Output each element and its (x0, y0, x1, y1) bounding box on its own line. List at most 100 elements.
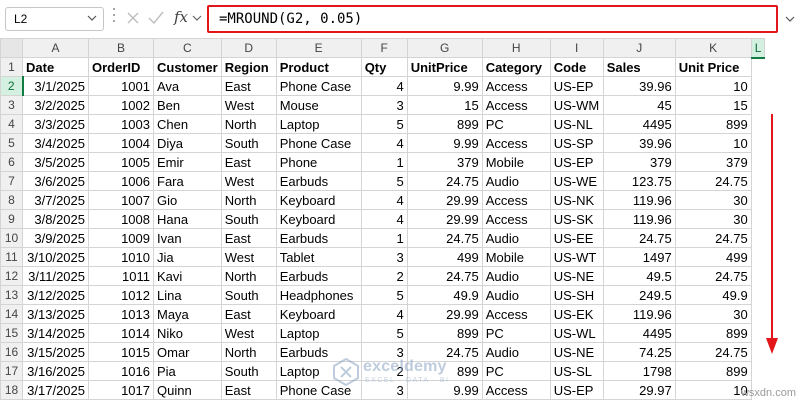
cell-c4[interactable]: Chen (153, 114, 222, 134)
cell-c2[interactable]: Ava (153, 76, 222, 96)
cell-d13[interactable]: South (220, 285, 277, 305)
column-header-a[interactable]: A (22, 38, 89, 58)
cell-k12[interactable]: 24.75 (674, 266, 752, 286)
cell-k13[interactable]: 49.9 (674, 285, 752, 305)
cell-j5[interactable]: 39.96 (602, 133, 676, 153)
cell-d3[interactable]: West (220, 95, 277, 115)
cell-c17[interactable]: Pia (153, 361, 222, 381)
cell-g7[interactable]: 24.75 (406, 171, 483, 191)
cell-a4[interactable]: 3/3/2025 (22, 114, 89, 134)
cell-b18[interactable]: 1017 (88, 380, 154, 400)
cell-d16[interactable]: North (220, 342, 277, 362)
row-header-5[interactable]: 5 (0, 133, 23, 153)
column-header-i[interactable]: I (549, 38, 604, 58)
chevron-down-icon[interactable] (87, 13, 97, 23)
cell-i15[interactable]: US-WL (549, 323, 604, 343)
cell-i13[interactable]: US-SH (549, 285, 604, 305)
cell-b14[interactable]: 1013 (88, 304, 154, 324)
cell-k10[interactable]: 24.75 (674, 228, 752, 248)
cell-c13[interactable]: Lina (153, 285, 222, 305)
cell-e12[interactable]: Earbuds (275, 266, 362, 286)
cell-c6[interactable]: Emir (153, 152, 222, 172)
column-header-d[interactable]: D (220, 38, 277, 58)
cell-c3[interactable]: Ben (153, 95, 222, 115)
cell-h9[interactable]: Access (481, 209, 551, 229)
cell-i6[interactable]: US-EP (549, 152, 604, 172)
cell-f10[interactable]: 1 (360, 228, 408, 248)
row-header-1[interactable]: 1 (0, 57, 23, 77)
cell-d1[interactable]: Region (220, 57, 277, 77)
cell-d10[interactable]: East (220, 228, 277, 248)
cell-k9[interactable]: 30 (674, 209, 752, 229)
cell-c12[interactable]: Kavi (153, 266, 222, 286)
cell-d12[interactable]: North (220, 266, 277, 286)
cell-i1[interactable]: Code (549, 57, 604, 77)
cell-h5[interactable]: Access (481, 133, 551, 153)
cell-j6[interactable]: 379 (602, 152, 676, 172)
cell-f11[interactable]: 3 (360, 247, 408, 267)
select-all-corner[interactable] (0, 38, 23, 58)
cell-i17[interactable]: US-SL (549, 361, 604, 381)
column-header-g[interactable]: G (406, 38, 483, 58)
column-header-c[interactable]: C (153, 38, 222, 58)
cell-f12[interactable]: 2 (360, 266, 408, 286)
name-box[interactable]: L2 (5, 7, 104, 31)
cell-e4[interactable]: Laptop (275, 114, 362, 134)
cell-b13[interactable]: 1012 (88, 285, 154, 305)
cell-k16[interactable]: 24.75 (674, 342, 752, 362)
cell-f15[interactable]: 5 (360, 323, 408, 343)
cell-f5[interactable]: 4 (360, 133, 408, 153)
row-header-11[interactable]: 11 (0, 247, 23, 267)
cell-b16[interactable]: 1015 (88, 342, 154, 362)
cell-k1[interactable]: Unit Price (674, 57, 752, 77)
cell-c1[interactable]: Customer (153, 57, 222, 77)
cell-e10[interactable]: Earbuds (275, 228, 362, 248)
cell-h16[interactable]: Audio (481, 342, 551, 362)
row-header-18[interactable]: 18 (0, 380, 23, 400)
cell-b4[interactable]: 1003 (88, 114, 154, 134)
cell-c7[interactable]: Fara (153, 171, 222, 191)
cell-f9[interactable]: 4 (360, 209, 408, 229)
cell-i3[interactable]: US-WM (549, 95, 604, 115)
cell-a17[interactable]: 3/16/2025 (22, 361, 89, 381)
cell-h6[interactable]: Mobile (481, 152, 551, 172)
row-header-14[interactable]: 14 (0, 304, 23, 324)
row-header-13[interactable]: 13 (0, 285, 23, 305)
cell-h1[interactable]: Category (481, 57, 551, 77)
cell-a14[interactable]: 3/13/2025 (22, 304, 89, 324)
cell-e7[interactable]: Earbuds (275, 171, 362, 191)
cell-h18[interactable]: Access (481, 380, 551, 400)
row-header-9[interactable]: 9 (0, 209, 23, 229)
cell-b6[interactable]: 1005 (88, 152, 154, 172)
cell-i14[interactable]: US-EK (549, 304, 604, 324)
cell-f4[interactable]: 5 (360, 114, 408, 134)
cell-k6[interactable]: 379 (674, 152, 752, 172)
column-header-j[interactable]: J (602, 38, 676, 58)
cell-j3[interactable]: 45 (602, 95, 676, 115)
cell-a16[interactable]: 3/15/2025 (22, 342, 89, 362)
cell-a6[interactable]: 3/5/2025 (22, 152, 89, 172)
cell-j15[interactable]: 4495 (602, 323, 676, 343)
cell-f1[interactable]: Qty (360, 57, 408, 77)
formula-bar-grip[interactable] (112, 8, 116, 28)
cell-h3[interactable]: Access (481, 95, 551, 115)
cell-j8[interactable]: 119.96 (602, 190, 676, 210)
cell-c9[interactable]: Hana (153, 209, 222, 229)
cell-g12[interactable]: 24.75 (406, 266, 483, 286)
cell-c15[interactable]: Niko (153, 323, 222, 343)
cell-a18[interactable]: 3/17/2025 (22, 380, 89, 400)
cell-c8[interactable]: Gio (153, 190, 222, 210)
cell-g4[interactable]: 899 (406, 114, 483, 134)
cell-a10[interactable]: 3/9/2025 (22, 228, 89, 248)
cell-k18[interactable]: 10 (674, 380, 752, 400)
cell-i9[interactable]: US-SK (549, 209, 604, 229)
cell-j2[interactable]: 39.96 (602, 76, 676, 96)
cell-c10[interactable]: Ivan (153, 228, 222, 248)
cell-e1[interactable]: Product (275, 57, 362, 77)
cell-a3[interactable]: 3/2/2025 (22, 95, 89, 115)
cell-g5[interactable]: 9.99 (406, 133, 483, 153)
cell-h2[interactable]: Access (481, 76, 551, 96)
cell-i18[interactable]: US-EP (549, 380, 604, 400)
cell-b5[interactable]: 1004 (88, 133, 154, 153)
row-header-3[interactable]: 3 (0, 95, 23, 115)
